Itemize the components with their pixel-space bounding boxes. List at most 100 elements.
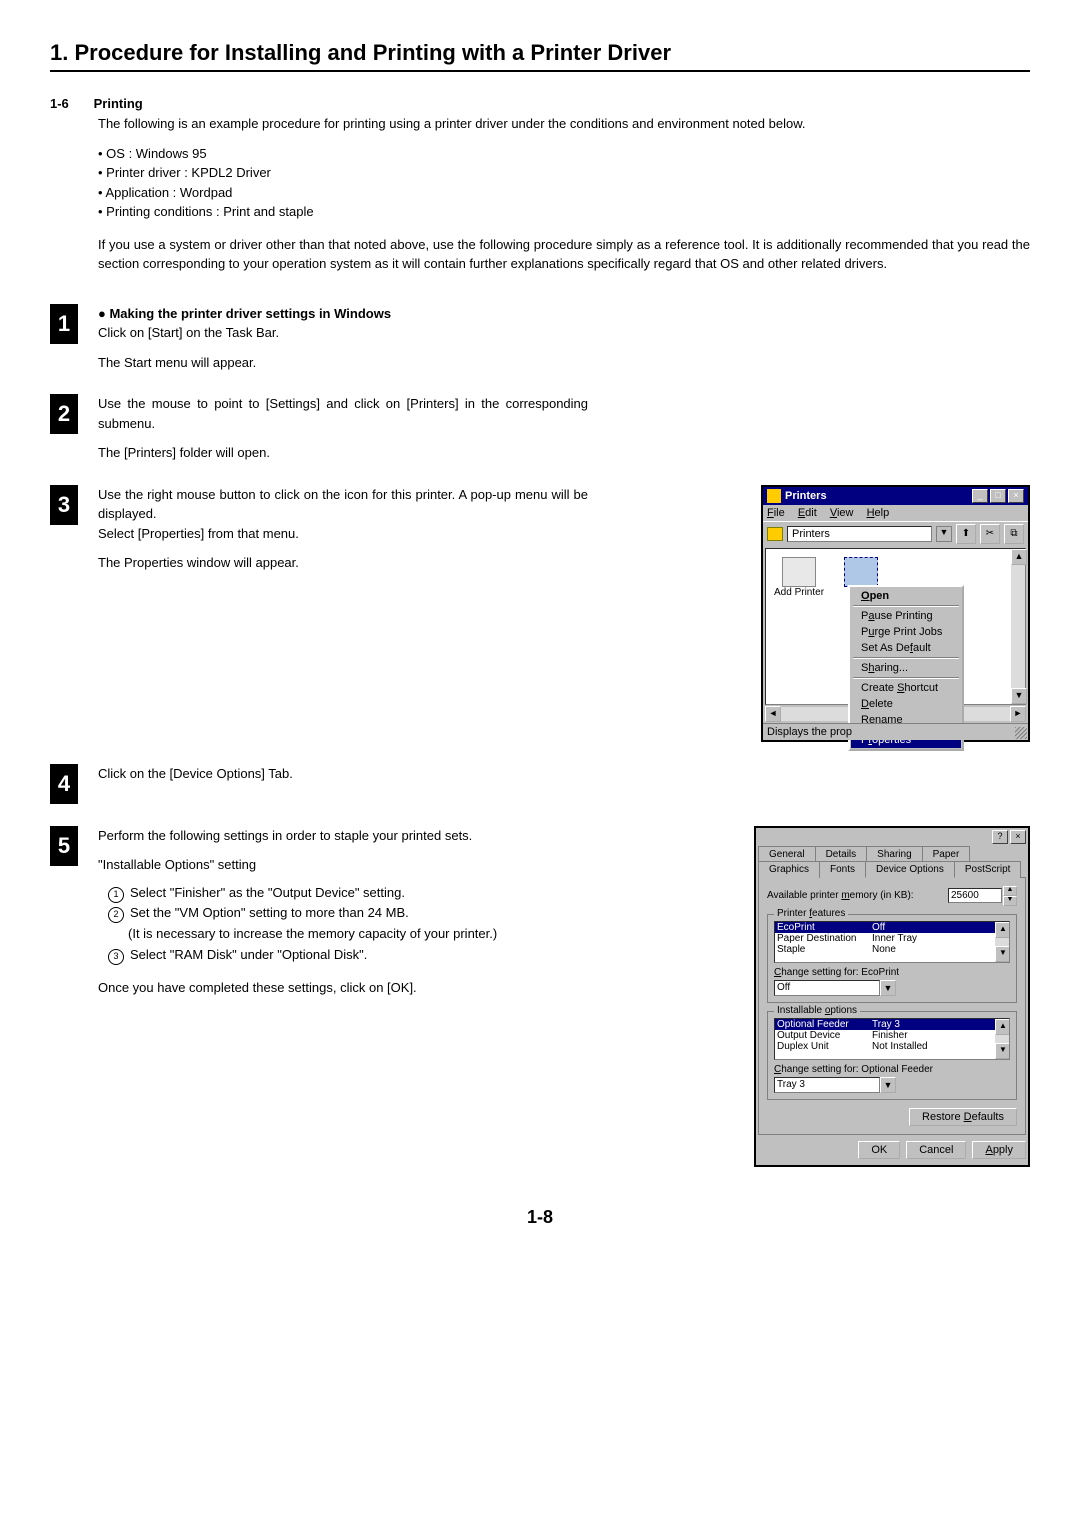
tab-paper[interactable]: Paper xyxy=(922,846,971,862)
menu-purge[interactable]: Purge Print Jobs xyxy=(851,624,961,640)
step-4: 4 Click on the [Device Options] Tab. xyxy=(50,764,1030,804)
cancel-button[interactable]: Cancel xyxy=(906,1141,966,1159)
tab-fonts[interactable]: Fonts xyxy=(819,861,866,878)
menu-file[interactable]: File xyxy=(767,507,785,519)
bullet-app: • Application : Wordpad xyxy=(98,183,1030,203)
feature-dd-icon[interactable]: ▼ xyxy=(880,980,896,996)
menu-delete[interactable]: Delete xyxy=(851,696,961,712)
note-paragraph: If you use a system or driver other than… xyxy=(98,236,1030,274)
change-feature-dropdown[interactable]: ▼ xyxy=(774,980,1010,996)
add-printer-label: Add Printer xyxy=(774,587,824,598)
install-output[interactable]: Output DeviceFinisher xyxy=(775,1030,1009,1041)
menu-default[interactable]: Set As Default xyxy=(851,640,961,656)
step-1: 1 ● Making the printer driver settings i… xyxy=(50,304,1030,373)
bullet-os: • OS : Windows 95 xyxy=(98,144,1030,164)
up-folder-button[interactable]: ⬆ xyxy=(956,524,976,544)
help-button[interactable]: ? xyxy=(992,830,1008,844)
step4-line1: Click on the [Device Options] Tab. xyxy=(98,764,1030,784)
add-printer-icon xyxy=(782,557,816,587)
maximize-button[interactable]: □ xyxy=(990,489,1006,503)
change-install-dropdown[interactable]: ▼ xyxy=(774,1077,1010,1093)
fsb-down-icon[interactable]: ▼ xyxy=(995,946,1010,962)
tab-sharing[interactable]: Sharing xyxy=(866,846,922,862)
menu-edit[interactable]: Edit xyxy=(798,507,817,519)
bullet-conditions: • Printing conditions : Print and staple xyxy=(98,202,1030,222)
tab-details[interactable]: Details xyxy=(815,846,868,862)
spin-up-icon[interactable]: ▲ xyxy=(1003,886,1017,896)
change-feature-value[interactable] xyxy=(774,980,880,996)
tab-general[interactable]: General xyxy=(758,846,816,862)
address-dropdown-icon[interactable]: ▼ xyxy=(936,526,952,542)
menu-help[interactable]: Help xyxy=(867,507,890,519)
install-duplex[interactable]: Duplex UnitNot Installed xyxy=(775,1041,1009,1052)
scroll-up-icon[interactable]: ▲ xyxy=(1011,549,1027,565)
tab-device-options[interactable]: Device Options xyxy=(865,861,955,878)
menu-pause[interactable]: Pause Printing xyxy=(851,608,961,624)
step5-line2: "Installable Options" setting xyxy=(98,855,588,875)
ok-button[interactable]: OK xyxy=(858,1141,900,1159)
features-scrollbar[interactable]: ▲▼ xyxy=(995,922,1009,962)
tab-postscript[interactable]: PostScript xyxy=(954,861,1022,878)
memory-label: Available printer memory (in KB): xyxy=(767,890,948,901)
install-feeder[interactable]: Optional FeederTray 3 xyxy=(775,1019,1009,1030)
install-list[interactable]: Optional FeederTray 3 Output DeviceFinis… xyxy=(774,1018,1010,1060)
window-title: Printers xyxy=(785,490,972,502)
status-text: Displays the prop xyxy=(767,726,852,738)
step3-line3: The Properties window will appear. xyxy=(98,553,588,573)
feature-ecoprint[interactable]: EcoPrintOff xyxy=(775,922,1009,933)
circled-2-icon: 2 xyxy=(108,907,124,923)
fsb-up-icon[interactable]: ▲ xyxy=(995,922,1010,938)
step1-line1: Click on [Start] on the Task Bar. xyxy=(98,323,1030,343)
step1-heading: ● Making the printer driver settings in … xyxy=(98,304,1030,324)
resize-grip-icon[interactable] xyxy=(1015,727,1027,739)
add-printer-item[interactable]: Add Printer xyxy=(774,557,824,598)
vertical-scrollbar[interactable]: ▲ ▼ xyxy=(1011,549,1025,704)
feature-destination[interactable]: Paper DestinationInner Tray xyxy=(775,933,1009,944)
status-bar: Displays the prop xyxy=(763,723,1028,740)
minimize-button[interactable]: _ xyxy=(972,489,988,503)
menu-open[interactable]: Open xyxy=(851,588,961,604)
copy-button[interactable]: ⧉ xyxy=(1004,524,1024,544)
menu-sharing[interactable]: Sharing... xyxy=(851,660,961,676)
menu-shortcut[interactable]: Create Shortcut xyxy=(851,680,961,696)
memory-spinner[interactable]: ▲ ▼ xyxy=(948,886,1017,906)
printer-icon xyxy=(844,557,878,587)
scroll-down-icon[interactable]: ▼ xyxy=(1011,688,1027,704)
feature-staple[interactable]: StapleNone xyxy=(775,944,1009,955)
tab-strip: General Details Sharing Paper Graphics F… xyxy=(758,846,1026,878)
isb-down-icon[interactable]: ▼ xyxy=(995,1043,1010,1059)
install-legend: Installable options xyxy=(774,1005,860,1016)
spin-down-icon[interactable]: ▼ xyxy=(1003,896,1017,906)
menubar[interactable]: File Edit View Help xyxy=(763,505,1028,521)
section-number: 1-6 xyxy=(50,96,90,111)
step5-sub1: Select "Finisher" as the "Output Device"… xyxy=(130,885,405,900)
install-dd-icon[interactable]: ▼ xyxy=(880,1077,896,1093)
close-button[interactable]: × xyxy=(1008,489,1024,503)
section-title: Printing xyxy=(94,96,143,111)
tab-graphics[interactable]: Graphics xyxy=(758,861,820,878)
titlebar[interactable]: Printers _ □ × xyxy=(763,487,1028,505)
circled-3-icon: 3 xyxy=(108,949,124,965)
isb-up-icon[interactable]: ▲ xyxy=(995,1019,1010,1035)
step5-sublist: 1Select "Finisher" as the "Output Device… xyxy=(108,883,588,966)
scroll-right-icon[interactable]: ► xyxy=(1010,706,1026,722)
chapter-title: 1. Procedure for Installing and Printing… xyxy=(50,40,1030,72)
client-area[interactable]: ▲ ▼ Add Printer Open xyxy=(765,548,1026,705)
step-number-2: 2 xyxy=(50,394,78,434)
props-close-button[interactable]: × xyxy=(1010,830,1026,844)
features-list[interactable]: EcoPrintOff Paper DestinationInner Tray … xyxy=(774,921,1010,963)
memory-input[interactable] xyxy=(948,888,1002,903)
cut-button[interactable]: ✂ xyxy=(980,524,1000,544)
step2-line1: Use the mouse to point to [Settings] and… xyxy=(98,394,588,433)
change-install-value[interactable] xyxy=(774,1077,880,1093)
step5-line1: Perform the following settings in order … xyxy=(98,826,588,846)
step-2: 2 Use the mouse to point to [Settings] a… xyxy=(50,394,1030,463)
folder-icon xyxy=(767,527,783,541)
scroll-left-icon[interactable]: ◄ xyxy=(765,706,781,722)
restore-defaults-button[interactable]: Restore Defaults xyxy=(909,1108,1017,1126)
apply-button[interactable]: Apply xyxy=(972,1141,1026,1159)
step-3: 3 Use the right mouse button to click on… xyxy=(50,485,1030,742)
address-box[interactable]: Printers xyxy=(787,526,932,542)
menu-view[interactable]: View xyxy=(830,507,854,519)
install-scrollbar[interactable]: ▲▼ xyxy=(995,1019,1009,1059)
